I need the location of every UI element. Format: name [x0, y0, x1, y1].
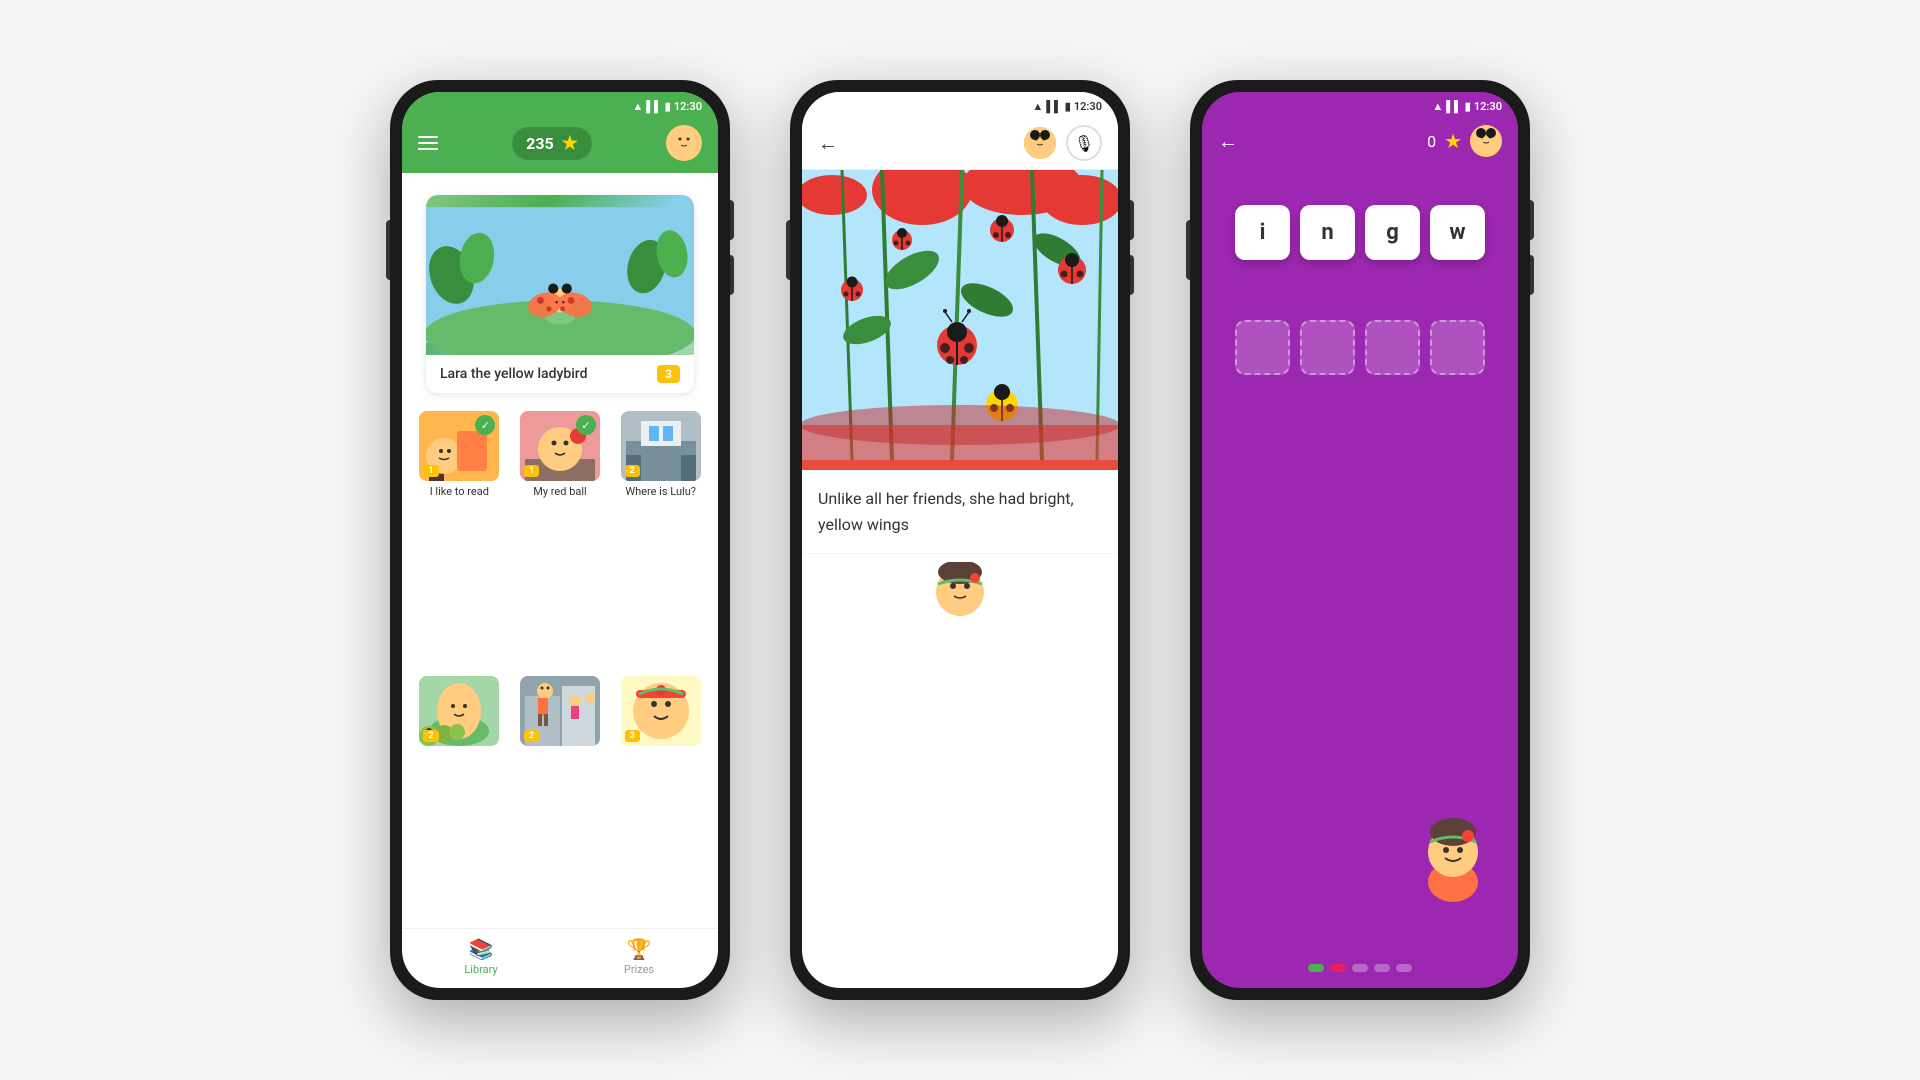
level-6: 3 — [625, 730, 640, 742]
featured-book-section: Lara the yellow ladybird 3 — [402, 173, 718, 411]
featured-book[interactable]: Lara the yellow ladybird 3 — [426, 195, 694, 393]
avatar-3 — [1470, 125, 1502, 157]
star-icon-1: ★ — [562, 133, 578, 154]
nav-library[interactable]: 📚 Library — [402, 937, 560, 976]
level-5: 2 — [524, 730, 539, 742]
bottom-nav: 📚 Library 🏆 Prizes — [402, 928, 718, 988]
level-3: 2 — [625, 465, 640, 477]
book-grid: ✓ 1 I like to read — [402, 411, 718, 928]
phone2-header: ← 🎙 — [802, 117, 1118, 170]
phone-1-library: ▲ ▌▌ ▮ 12:30 235 ★ — [390, 80, 730, 1000]
letter-tile-g[interactable]: g — [1365, 205, 1420, 260]
quiz-score: 0 — [1427, 132, 1436, 151]
phone3-header: ← 0 ★ — [1202, 117, 1518, 165]
status-icons-3: ▲ ▌▌ ▮ 12:30 — [1432, 100, 1502, 113]
check-badge-2: ✓ — [576, 415, 596, 435]
answer-slot-3[interactable] — [1365, 320, 1420, 375]
nav-prizes-label: Prizes — [624, 963, 654, 976]
answer-slots — [1202, 280, 1518, 415]
star-icon-3: ★ — [1444, 129, 1462, 153]
phone1-header: 235 ★ — [402, 117, 718, 173]
level-1: 1 — [423, 465, 438, 477]
score-value: 235 — [526, 134, 554, 153]
book-item-2[interactable]: ✓ 1 My red ball — [515, 411, 606, 666]
book-item-6[interactable]: 3 — [615, 676, 706, 916]
character-peek — [802, 553, 1118, 640]
nav-library-label: Library — [464, 963, 497, 976]
signal-icon-1: ▌▌ — [646, 100, 662, 113]
book-title-2: My red ball — [533, 485, 586, 499]
book-item-5[interactable]: 2 — [515, 676, 606, 916]
answer-slot-1[interactable] — [1235, 320, 1290, 375]
book-title-3: Where is Lulu? — [625, 485, 696, 499]
status-icons-1: ▲ ▌▌ ▮ 12:30 — [632, 100, 702, 113]
mic-button[interactable]: 🎙 — [1066, 125, 1102, 161]
menu-button[interactable] — [418, 136, 438, 150]
letter-choices: i n g w — [1202, 165, 1518, 280]
status-bar-3: ▲ ▌▌ ▮ 12:30 — [1202, 92, 1518, 117]
answer-slot-2[interactable] — [1300, 320, 1355, 375]
time-2: 12:30 — [1074, 100, 1102, 113]
phone-3-quiz: ▲ ▌▌ ▮ 12:30 ← 0 ★ — [1190, 80, 1530, 1000]
story-illustration — [802, 170, 1118, 470]
avatar-image-1 — [666, 125, 702, 161]
score-area: 0 ★ — [1427, 125, 1502, 157]
time-1: 12:30 — [674, 100, 702, 113]
book-thumb-3: 2 — [621, 411, 701, 481]
book-thumb-6: 3 — [621, 676, 701, 746]
phone-2-story: ▲ ▌▌ ▮ 12:30 ← — [790, 80, 1130, 1000]
avatar-1[interactable] — [666, 125, 702, 161]
battery-icon-1: ▮ — [665, 100, 671, 113]
wifi-icon-1: ▲ — [632, 100, 643, 113]
status-bar-1: ▲ ▌▌ ▮ 12:30 — [402, 92, 718, 117]
letter-tile-w[interactable]: w — [1430, 205, 1485, 260]
wifi-icon-2: ▲ — [1032, 100, 1043, 113]
featured-title-bar: Lara the yellow ladybird 3 — [426, 355, 694, 393]
battery-icon-2: ▮ — [1065, 100, 1071, 113]
featured-book-image — [426, 195, 694, 355]
letter-tile-n[interactable]: n — [1300, 205, 1355, 260]
book-thumb-2: ✓ 1 — [520, 411, 600, 481]
level-4: 2 — [423, 730, 438, 742]
prog-dot-1 — [1308, 964, 1324, 972]
story-text: Unlike all her friends, she had bright, … — [802, 470, 1118, 553]
back-button-2[interactable]: ← — [818, 131, 838, 156]
book-item-3[interactable]: 2 Where is Lulu? — [615, 411, 706, 666]
prizes-icon: 🏆 — [627, 937, 652, 961]
book-thumb-4: 2 — [419, 676, 499, 746]
prog-dot-2 — [1330, 964, 1346, 972]
signal-icon-3: ▌▌ — [1446, 100, 1462, 113]
book-thumb-1: ✓ 1 — [419, 411, 499, 481]
progress-dots — [1202, 952, 1518, 988]
answer-slot-4[interactable] — [1430, 320, 1485, 375]
phone2-screen: ▲ ▌▌ ▮ 12:30 ← — [802, 92, 1118, 988]
featured-level-badge: 3 — [657, 365, 680, 383]
library-icon: 📚 — [469, 937, 494, 961]
status-bar-2: ▲ ▌▌ ▮ 12:30 — [802, 92, 1118, 117]
back-button-3[interactable]: ← — [1218, 129, 1238, 154]
quiz-lower-area — [1202, 415, 1518, 952]
header-right-2: 🎙 — [1024, 125, 1102, 161]
status-icons-2: ▲ ▌▌ ▮ 12:30 — [1032, 100, 1102, 113]
avatar-2 — [1024, 127, 1056, 159]
prog-dot-3 — [1352, 964, 1368, 972]
letter-tile-i[interactable]: i — [1235, 205, 1290, 260]
phone1-screen: ▲ ▌▌ ▮ 12:30 235 ★ — [402, 92, 718, 988]
book-thumb-5: 2 — [520, 676, 600, 746]
prog-dot-4 — [1374, 964, 1390, 972]
book-item-1[interactable]: ✓ 1 I like to read — [414, 411, 505, 666]
battery-icon-3: ▮ — [1465, 100, 1471, 113]
book-item-4[interactable]: 2 — [414, 676, 505, 916]
phone3-screen: ▲ ▌▌ ▮ 12:30 ← 0 ★ — [1202, 92, 1518, 988]
book-title-1: I like to read — [430, 485, 489, 499]
score-badge: 235 ★ — [512, 127, 592, 160]
level-2: 1 — [524, 465, 539, 477]
nav-prizes[interactable]: 🏆 Prizes — [560, 937, 718, 976]
signal-icon-2: ▌▌ — [1046, 100, 1062, 113]
quiz-character — [1408, 802, 1498, 902]
wifi-icon-3: ▲ — [1432, 100, 1443, 113]
featured-title-text: Lara the yellow ladybird — [440, 366, 587, 382]
prog-dot-5 — [1396, 964, 1412, 972]
time-3: 12:30 — [1474, 100, 1502, 113]
